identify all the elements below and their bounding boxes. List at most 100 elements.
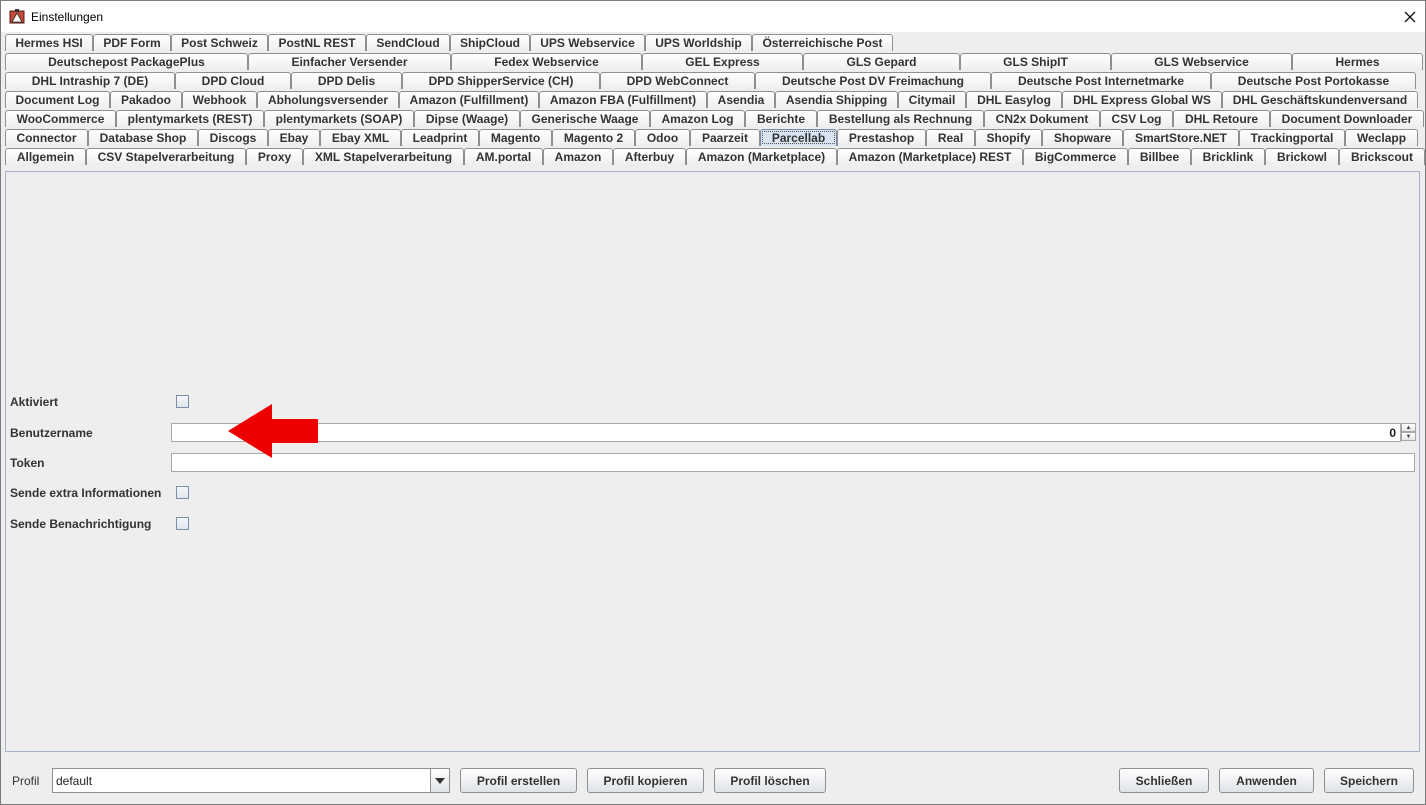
tab-dpd-delis[interactable]: DPD Delis bbox=[291, 72, 402, 89]
tab-prestashop[interactable]: Prestashop bbox=[837, 129, 926, 146]
tab-ebay-xml[interactable]: Ebay XML bbox=[320, 129, 401, 146]
tab-fedex-webservice[interactable]: Fedex Webservice bbox=[451, 53, 642, 70]
tab-gls-webservice[interactable]: GLS Webservice bbox=[1111, 53, 1292, 70]
tab-hermes-hsi[interactable]: Hermes HSI bbox=[5, 34, 93, 51]
profil-dropdown-button[interactable] bbox=[430, 769, 449, 792]
tab-webhook[interactable]: Webhook bbox=[182, 91, 257, 108]
tab-ups-worldship[interactable]: UPS Worldship bbox=[645, 34, 752, 51]
tab-gel-express[interactable]: GEL Express bbox=[642, 53, 803, 70]
tab-smartstore-net[interactable]: SmartStore.NET bbox=[1123, 129, 1239, 146]
tab-shopware[interactable]: Shopware bbox=[1042, 129, 1123, 146]
tab-proxy[interactable]: Proxy bbox=[246, 148, 303, 165]
tab-dhl-easylog[interactable]: DHL Easylog bbox=[966, 91, 1062, 108]
tab-brickowl[interactable]: Brickowl bbox=[1265, 148, 1339, 165]
close-window-button[interactable] bbox=[1395, 1, 1425, 32]
tab-ups-webservice[interactable]: UPS Webservice bbox=[530, 34, 645, 51]
profil-kopieren-button[interactable]: Profil kopieren bbox=[587, 768, 704, 793]
tab-dpd-cloud[interactable]: DPD Cloud bbox=[175, 72, 291, 89]
benachrichtigung-checkbox[interactable] bbox=[176, 517, 189, 530]
tab-amazon-marketplace[interactable]: Amazon (Marketplace) bbox=[686, 148, 837, 165]
spinner-up-button[interactable]: ▲ bbox=[1401, 423, 1416, 432]
tab-csv-log[interactable]: CSV Log bbox=[1100, 110, 1173, 127]
tab-dhl-express-global-ws[interactable]: DHL Express Global WS bbox=[1062, 91, 1222, 108]
spinner-down-button[interactable]: ▼ bbox=[1401, 432, 1416, 441]
tab-paarzeit[interactable]: Paarzeit bbox=[690, 129, 760, 146]
extra-info-checkbox[interactable] bbox=[176, 486, 189, 499]
tab-odoo[interactable]: Odoo bbox=[635, 129, 690, 146]
tab-einfacher-versender[interactable]: Einfacher Versender bbox=[248, 53, 451, 70]
tab-woocommerce[interactable]: WooCommerce bbox=[5, 110, 116, 127]
tab-parcellab[interactable]: Parcellab bbox=[760, 129, 837, 146]
tab-amazon[interactable]: Amazon bbox=[543, 148, 613, 165]
profil-erstellen-button[interactable]: Profil erstellen bbox=[460, 768, 577, 793]
tab-deutsche-post-portokasse[interactable]: Deutsche Post Portokasse bbox=[1211, 72, 1416, 89]
title-bar: Einstellungen bbox=[1, 1, 1425, 32]
profil-loeschen-button[interactable]: Profil löschen bbox=[714, 768, 826, 793]
tab-cn2x-dokument[interactable]: CN2x Dokument bbox=[984, 110, 1100, 127]
tab-hermes[interactable]: Hermes bbox=[1292, 53, 1423, 70]
profil-select[interactable]: default bbox=[52, 768, 450, 793]
tab-csv-stapelverarbeitung[interactable]: CSV Stapelverarbeitung bbox=[86, 148, 246, 165]
tab-österreichische-post[interactable]: Österreichische Post bbox=[752, 34, 893, 51]
tab-amazon-log[interactable]: Amazon Log bbox=[650, 110, 745, 127]
tab-weclapp[interactable]: Weclapp bbox=[1345, 129, 1418, 146]
tab-dhl-retoure[interactable]: DHL Retoure bbox=[1173, 110, 1270, 127]
tab-plentymarkets-soap[interactable]: plentymarkets (SOAP) bbox=[264, 110, 414, 127]
tab-allgemein[interactable]: Allgemein bbox=[5, 148, 86, 165]
tab-dpd-webconnect[interactable]: DPD WebConnect bbox=[600, 72, 755, 89]
tab-pdf-form[interactable]: PDF Form bbox=[93, 34, 171, 51]
tab-afterbuy[interactable]: Afterbuy bbox=[613, 148, 686, 165]
tab-row: Deutschepost PackagePlus Einfacher Versen… bbox=[5, 52, 1423, 71]
benutzername-field[interactable]: 0 bbox=[171, 423, 1401, 442]
tab-gls-gepard[interactable]: GLS Gepard bbox=[803, 53, 960, 70]
schliessen-button[interactable]: Schließen bbox=[1119, 768, 1209, 793]
tab-gls-shipit[interactable]: GLS ShipIT bbox=[960, 53, 1111, 70]
tab-bricklink[interactable]: Bricklink bbox=[1191, 148, 1265, 165]
tab-shopify[interactable]: Shopify bbox=[975, 129, 1042, 146]
tab-dhl-intraship-7-de[interactable]: DHL Intraship 7 (DE) bbox=[5, 72, 175, 89]
tab-am-portal[interactable]: AM.portal bbox=[464, 148, 543, 165]
tab-connector[interactable]: Connector bbox=[5, 129, 88, 146]
tab-amazon-marketplace-rest[interactable]: Amazon (Marketplace) REST bbox=[837, 148, 1023, 165]
tab-dhl-geschäftskundenversand[interactable]: DHL Geschäftskundenversand bbox=[1222, 91, 1418, 108]
tab-xml-stapelverarbeitung[interactable]: XML Stapelverarbeitung bbox=[303, 148, 464, 165]
tab-shipcloud[interactable]: ShipCloud bbox=[450, 34, 530, 51]
tab-abholungsversender[interactable]: Abholungsversender bbox=[257, 91, 399, 108]
tab-discogs[interactable]: Discogs bbox=[198, 129, 268, 146]
tab-document-downloader[interactable]: Document Downloader bbox=[1270, 110, 1424, 127]
tab-real[interactable]: Real bbox=[926, 129, 975, 146]
tab-database-shop[interactable]: Database Shop bbox=[88, 129, 198, 146]
tab-generische-waage[interactable]: Generische Waage bbox=[520, 110, 650, 127]
tab-billbee[interactable]: Billbee bbox=[1128, 148, 1191, 165]
tab-post-schweiz[interactable]: Post Schweiz bbox=[171, 34, 268, 51]
tab-magento[interactable]: Magento bbox=[479, 129, 552, 146]
tab-plentymarkets-rest[interactable]: plentymarkets (REST) bbox=[116, 110, 264, 127]
tab-amazon-fba-fulfillment[interactable]: Amazon FBA (Fulfillment) bbox=[539, 91, 707, 108]
aktiviert-checkbox[interactable] bbox=[176, 395, 189, 408]
tab-document-log[interactable]: Document Log bbox=[5, 91, 110, 108]
parcellab-settings-panel: Aktiviert Benutzername 0 ▲ ▼ Token Sende… bbox=[5, 171, 1420, 752]
tab-bestellung-als-rechnung[interactable]: Bestellung als Rechnung bbox=[817, 110, 984, 127]
tab-postnl-rest[interactable]: PostNL REST bbox=[268, 34, 366, 51]
tab-ebay[interactable]: Ebay bbox=[268, 129, 320, 146]
tab-berichte[interactable]: Berichte bbox=[745, 110, 817, 127]
tab-asendia[interactable]: Asendia bbox=[707, 91, 775, 108]
tab-trackingportal[interactable]: Trackingportal bbox=[1239, 129, 1345, 146]
tab-dpd-shipperservice-ch[interactable]: DPD ShipperService (CH) bbox=[402, 72, 600, 89]
token-field[interactable] bbox=[171, 453, 1415, 472]
tab-pakadoo[interactable]: Pakadoo bbox=[110, 91, 182, 108]
tab-asendia-shipping[interactable]: Asendia Shipping bbox=[775, 91, 898, 108]
tab-sendcloud[interactable]: SendCloud bbox=[366, 34, 450, 51]
tab-brickscout[interactable]: Brickscout bbox=[1339, 148, 1425, 165]
tab-deutsche-post-dv-freimachung[interactable]: Deutsche Post DV Freimachung bbox=[755, 72, 991, 89]
tab-deutsche-post-internetmarke[interactable]: Deutsche Post Internetmarke bbox=[991, 72, 1211, 89]
tab-amazon-fulfillment[interactable]: Amazon (Fulfillment) bbox=[399, 91, 539, 108]
tab-leadprint[interactable]: Leadprint bbox=[401, 129, 479, 146]
anwenden-button[interactable]: Anwenden bbox=[1219, 768, 1314, 793]
tab-dipse-waage[interactable]: Dipse (Waage) bbox=[414, 110, 520, 127]
tab-magento-2[interactable]: Magento 2 bbox=[552, 129, 635, 146]
tab-deutschepost-packageplus[interactable]: Deutschepost PackagePlus bbox=[5, 53, 248, 70]
speichern-button[interactable]: Speichern bbox=[1324, 768, 1414, 793]
tab-citymail[interactable]: Citymail bbox=[898, 91, 966, 108]
tab-bigcommerce[interactable]: BigCommerce bbox=[1023, 148, 1128, 165]
